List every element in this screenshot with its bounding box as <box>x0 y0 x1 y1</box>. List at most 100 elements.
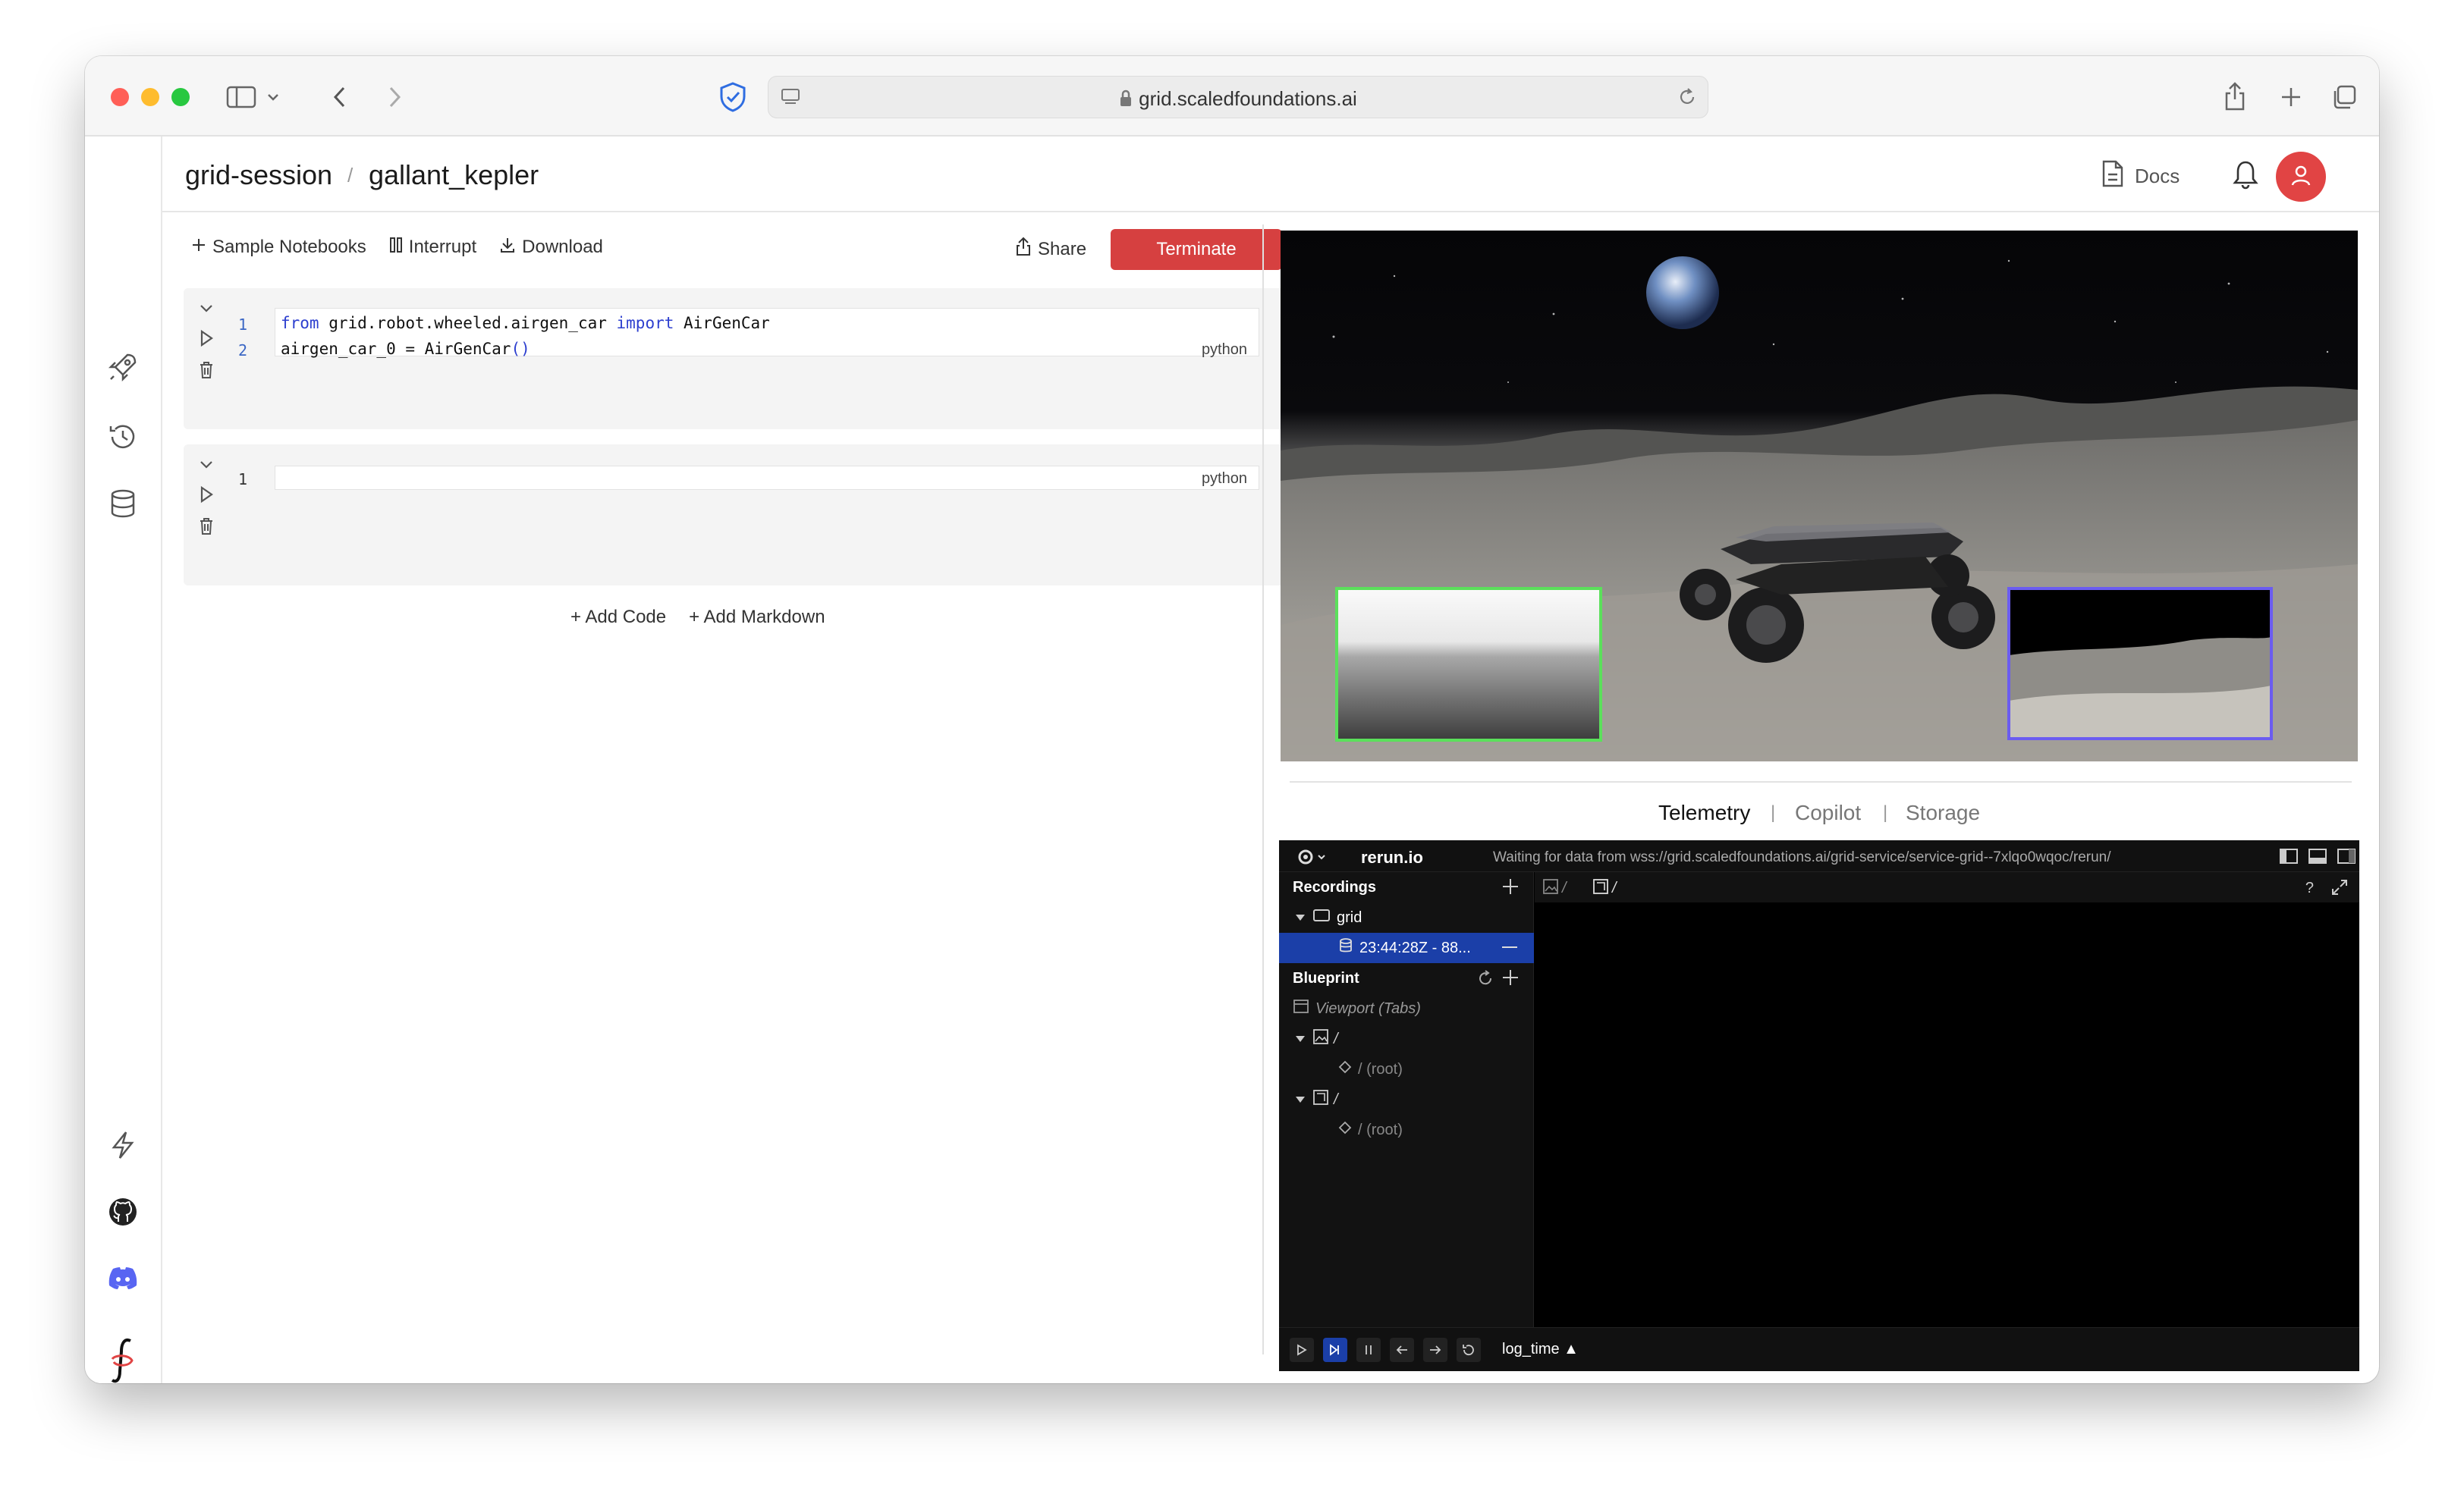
reset-blueprint-icon[interactable] <box>1476 969 1494 992</box>
url-label: grid.scaledfoundations.ai <box>1139 87 1357 110</box>
code-cell-1[interactable]: 1 from grid.robot.wheeled.airgen_car imp… <box>184 288 1284 429</box>
browser-window: grid.scaledfoundations.ai grid-session /… <box>85 56 2379 1383</box>
loop-icon[interactable] <box>1457 1337 1481 1362</box>
share-label: Share <box>1038 238 1087 259</box>
code-editor-2[interactable] <box>275 466 1259 490</box>
view-tab-label[interactable]: / <box>1562 880 1567 897</box>
forward-icon[interactable] <box>381 83 408 111</box>
view-root-entity-2[interactable]: / (root) <box>1279 1115 1534 1145</box>
line-number: 1 <box>238 470 248 488</box>
discord-icon[interactable] <box>105 1260 141 1297</box>
pause-playback-icon[interactable] <box>1356 1337 1381 1362</box>
maximize-window-button[interactable] <box>171 88 190 106</box>
play-icon[interactable] <box>1290 1337 1314 1362</box>
image-view-tab-icon[interactable] <box>1542 878 1559 899</box>
3d-view-icon <box>1312 1089 1329 1110</box>
add-code-button[interactable]: + Add Code <box>570 607 666 628</box>
share-page-icon[interactable] <box>2220 79 2250 114</box>
history-icon[interactable] <box>105 419 141 455</box>
download-icon <box>499 237 516 259</box>
run-cell-icon[interactable] <box>199 485 214 508</box>
github-icon[interactable] <box>105 1194 141 1230</box>
add-markdown-button[interactable]: + Add Markdown <box>689 607 825 628</box>
minimize-window-button[interactable] <box>141 88 159 106</box>
database-icon[interactable] <box>105 485 141 522</box>
timeline-selector[interactable]: log_time ▲ <box>1502 1341 1579 1358</box>
viewport-tabs-item[interactable]: Viewport (Tabs) <box>1279 993 1534 1024</box>
code-cell-2[interactable]: 1 python <box>184 444 1284 585</box>
simulation-viewport[interactable] <box>1281 231 2358 761</box>
expand-triangle-icon[interactable] <box>1294 909 1306 927</box>
collapse-chevron-icon[interactable] <box>199 455 214 475</box>
privacy-shield-icon[interactable] <box>716 79 750 115</box>
share-button[interactable]: Share <box>1015 237 1086 262</box>
add-recording-icon[interactable] <box>1501 877 1520 901</box>
delete-cell-icon[interactable] <box>199 517 214 540</box>
lightning-icon[interactable] <box>105 1127 141 1163</box>
help-button[interactable]: ? <box>2305 880 2314 897</box>
panel-divider[interactable] <box>1262 224 1264 1354</box>
sample-notebooks-button[interactable]: Sample Notebooks <box>191 237 366 258</box>
rerun-top-bar: rerun.io Waiting for data from wss://gri… <box>1279 840 2359 872</box>
sample-notebooks-label: Sample Notebooks <box>212 237 366 257</box>
pause-icon <box>389 237 403 259</box>
follow-icon[interactable] <box>1323 1337 1347 1362</box>
3d-view-tab-icon[interactable] <box>1592 878 1609 899</box>
viewport-icon <box>1293 999 1309 1018</box>
sidebar-toggle-icon[interactable] <box>225 82 258 112</box>
scaled-foundations-logo-icon[interactable] <box>105 1335 141 1383</box>
rerun-status: Waiting for data from wss://grid.scaledf… <box>1493 849 2111 865</box>
bell-icon[interactable] <box>2229 158 2262 191</box>
blueprint-label: Blueprint <box>1293 969 1359 987</box>
new-tab-icon[interactable] <box>2276 82 2306 112</box>
cell-language-label[interactable]: python <box>1202 341 1247 359</box>
breadcrumb-session[interactable]: grid-session <box>185 159 332 191</box>
view-root-entity-1[interactable]: / (root) <box>1279 1054 1534 1084</box>
rerun-viewer[interactable]: rerun.io Waiting for data from wss://gri… <box>1279 840 2359 1371</box>
step-back-icon[interactable] <box>1390 1337 1414 1362</box>
address-bar[interactable]: grid.scaledfoundations.ai <box>768 76 1708 118</box>
tab-storage[interactable]: Storage <box>1906 801 1980 825</box>
cell-language-label[interactable]: python <box>1202 470 1247 488</box>
code-parens: () <box>511 340 530 358</box>
interrupt-button[interactable]: Interrupt <box>389 237 476 259</box>
spatial-3d-view-item[interactable]: / <box>1279 1084 1534 1115</box>
chevron-down-icon[interactable] <box>266 89 281 105</box>
tab-telemetry[interactable]: Telemetry <box>1658 801 1750 825</box>
back-icon[interactable] <box>326 83 354 111</box>
step-forward-icon[interactable] <box>1423 1337 1447 1362</box>
notebook-toolbar: Sample Notebooks Interrupt Download <box>191 232 603 262</box>
maximize-view-icon[interactable] <box>2330 878 2349 901</box>
recording-item[interactable]: 23:44:28Z - 88... <box>1279 933 1534 963</box>
rerun-menu-icon[interactable] <box>1297 848 1328 871</box>
user-avatar[interactable] <box>2276 152 2326 202</box>
view-tab-label[interactable]: / <box>1612 880 1617 897</box>
left-panel-toggle-icon[interactable] <box>2279 848 2299 869</box>
bottom-panel-toggle-icon[interactable] <box>2308 848 2327 869</box>
tab-separator: | <box>1771 802 1776 823</box>
tab-overview-icon[interactable] <box>2327 80 2361 114</box>
reload-icon[interactable] <box>1676 86 1699 108</box>
docs-link[interactable]: Docs <box>2101 159 2180 193</box>
collapse-chevron-icon[interactable] <box>199 299 214 319</box>
remove-recording-icon[interactable] <box>1502 946 1517 948</box>
expand-triangle-icon[interactable] <box>1294 1031 1306 1048</box>
close-window-button[interactable] <box>111 88 129 106</box>
download-button[interactable]: Download <box>499 237 603 259</box>
terminate-button[interactable]: Terminate <box>1111 229 1282 270</box>
recording-app-grid[interactable]: grid <box>1279 902 1534 933</box>
entity-root-label: / (root) <box>1358 1060 1403 1078</box>
expand-triangle-icon[interactable] <box>1294 1091 1306 1109</box>
tab-copilot[interactable]: Copilot <box>1795 801 1861 825</box>
entity-diamond-icon <box>1338 1121 1352 1139</box>
delete-cell-icon[interactable] <box>199 361 214 384</box>
add-view-icon[interactable] <box>1501 968 1520 992</box>
right-panel-toggle-icon[interactable] <box>2337 848 2356 869</box>
code-keyword: import <box>616 314 674 332</box>
depth-camera-inset <box>1335 587 1602 742</box>
rocket-icon[interactable] <box>105 349 141 385</box>
spatial-2d-view-item[interactable]: / <box>1279 1024 1534 1054</box>
interrupt-label: Interrupt <box>408 237 477 257</box>
rerun-timeline-bar: log_time ▲ <box>1279 1327 2359 1371</box>
run-cell-icon[interactable] <box>199 329 214 352</box>
